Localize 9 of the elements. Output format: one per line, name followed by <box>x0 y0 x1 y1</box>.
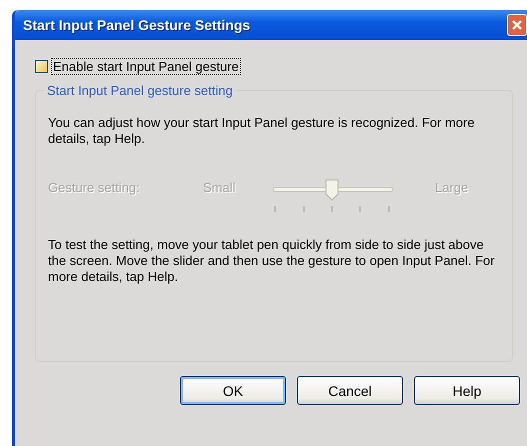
close-icon[interactable] <box>507 14 527 36</box>
group-title: Start Input Panel gesture setting <box>44 83 236 98</box>
dialog-button[interactable]: Cancel <box>297 376 403 405</box>
window-title: Start Input Panel Gesture Settings <box>22 17 250 33</box>
dialog-button[interactable]: OK <box>180 376 286 405</box>
intro-text: You can adjust how your start Input Panel gesture is recognized. For more details, tap Help. <box>48 115 476 147</box>
instructions-text: To test the setting, move your tablet pen quickly from side to side just above the screen. Move the slider and then use the gesture to open Input Panel. For more details, tap Help. <box>48 237 496 285</box>
dialog-button[interactable]: Help <box>414 376 520 405</box>
checkbox[interactable] <box>35 60 48 73</box>
